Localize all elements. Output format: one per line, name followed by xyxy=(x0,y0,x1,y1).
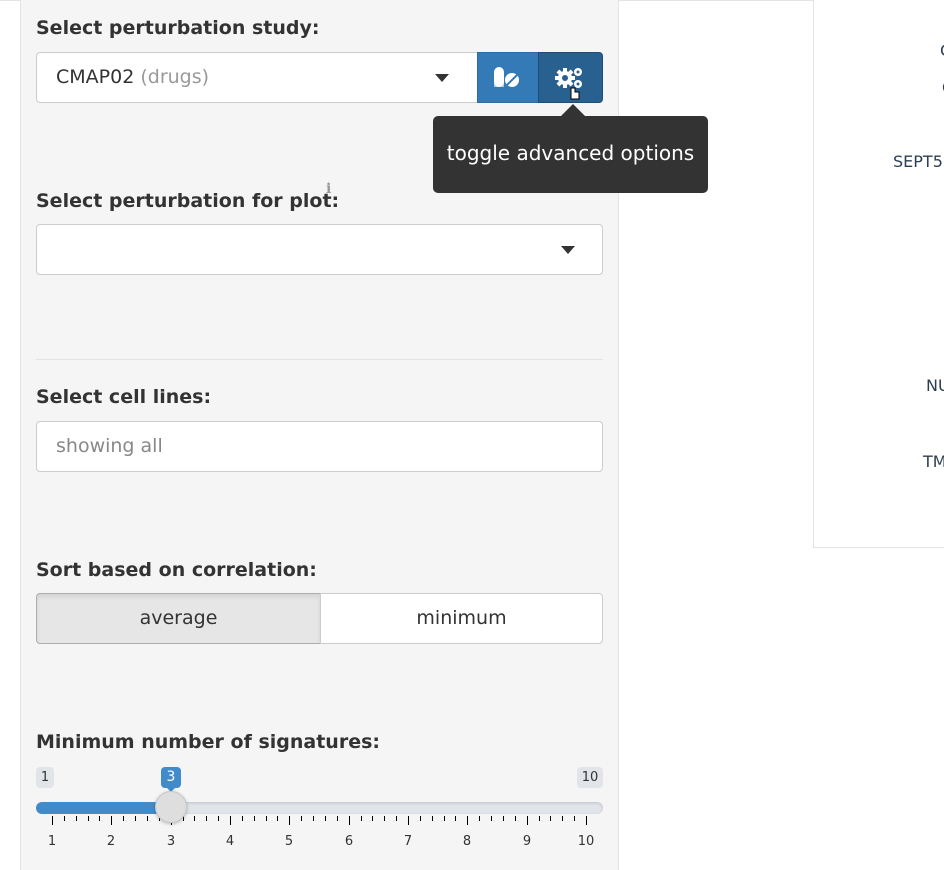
slider-tick xyxy=(562,816,563,821)
sort-option-average[interactable]: average xyxy=(36,593,321,644)
slider-tick xyxy=(384,816,385,821)
sort-option-minimum[interactable]: minimum xyxy=(320,593,603,644)
cell-lines-label: Select cell lines: xyxy=(36,386,212,408)
slider-tick-label: 6 xyxy=(344,834,354,849)
slider-tick xyxy=(586,816,587,825)
slider-tick-label: 8 xyxy=(462,834,472,849)
study-label: Select perturbation study: xyxy=(36,17,320,39)
slider-max-label: 10 xyxy=(577,767,603,788)
drugs-button[interactable] xyxy=(477,52,539,103)
slider-tick-label: 5 xyxy=(284,834,294,849)
slider-tick-label: 9 xyxy=(522,834,532,849)
slider-tick-label: 2 xyxy=(106,834,116,849)
chevron-down-icon xyxy=(435,74,449,82)
advanced-options-button[interactable] xyxy=(538,52,603,103)
slider-tick xyxy=(289,816,290,825)
right-panel-label: NU xyxy=(926,376,944,395)
slider-tick xyxy=(432,816,433,821)
slider-tick xyxy=(194,816,195,821)
signatures-label: Minimum number of signatures: xyxy=(36,731,380,753)
tooltip-arrow xyxy=(561,104,585,116)
slider-tick xyxy=(266,816,267,821)
slider-tick xyxy=(574,816,575,821)
slider-tick xyxy=(539,816,540,821)
divider xyxy=(36,359,603,360)
cell-lines-input[interactable]: showing all xyxy=(36,421,603,472)
study-selected-name: CMAP02 xyxy=(56,66,135,88)
study-select[interactable]: CMAP02 (drugs) xyxy=(36,52,478,103)
slider-fill xyxy=(36,802,171,814)
slider-tick-label: 3 xyxy=(166,834,176,849)
info-icon[interactable]: i xyxy=(326,181,331,197)
perturbation-select[interactable] xyxy=(36,224,603,275)
slider-tick xyxy=(455,816,456,821)
slider-tick-label: 10 xyxy=(577,834,595,849)
right-panel: C C SEPT5 NU TM xyxy=(813,0,944,548)
tooltip: toggle advanced options xyxy=(433,116,708,193)
slider-tick xyxy=(313,816,314,821)
slider-tick xyxy=(349,816,350,825)
chevron-down-icon xyxy=(561,246,575,254)
slider-tick xyxy=(301,816,302,821)
slider-tick xyxy=(408,816,409,825)
study-select-value: CMAP02 (drugs) xyxy=(56,66,209,88)
slider-tick xyxy=(52,816,53,825)
slider-tick xyxy=(135,816,136,821)
slider-tick xyxy=(325,816,326,821)
slider-tick-label: 7 xyxy=(403,834,413,849)
slider-tick xyxy=(337,816,338,821)
study-selected-suffix: (drugs) xyxy=(140,66,210,88)
slider-tick xyxy=(444,816,445,821)
slider-tick xyxy=(111,816,112,825)
slider-tick xyxy=(491,816,492,821)
slider-tick xyxy=(99,816,100,821)
slider-tick xyxy=(550,816,551,821)
slider-tick xyxy=(242,816,243,821)
slider-value-label: 3 xyxy=(161,767,181,792)
sort-label: Sort based on correlation: xyxy=(36,559,317,581)
slider-min-label: 1 xyxy=(36,767,54,788)
perturbation-label: Select perturbation for plot: xyxy=(36,190,340,212)
cogs-icon xyxy=(555,68,582,100)
slider-tick xyxy=(147,816,148,821)
slider-tick xyxy=(372,816,373,821)
cell-lines-placeholder: showing all xyxy=(56,435,163,457)
slider-tick xyxy=(515,816,516,821)
slider-tick xyxy=(230,816,231,825)
slider-tick xyxy=(527,816,528,825)
slider-tick xyxy=(503,816,504,821)
slider-tick-label: 1 xyxy=(47,834,57,849)
pills-icon xyxy=(494,67,519,87)
slider-tick xyxy=(76,816,77,821)
slider-tick xyxy=(254,816,255,821)
slider-tick xyxy=(88,816,89,821)
slider-tick xyxy=(420,816,421,821)
slider-tick xyxy=(206,816,207,821)
slider-tick xyxy=(479,816,480,821)
slider-tick xyxy=(64,816,65,821)
slider-handle[interactable] xyxy=(155,791,187,823)
right-panel-label: TM xyxy=(923,452,944,471)
slider-tick xyxy=(218,816,219,821)
slider-tick xyxy=(361,816,362,821)
slider-tick xyxy=(277,816,278,821)
right-panel-label: C xyxy=(940,41,944,60)
slider-tick xyxy=(123,816,124,821)
right-panel-label: SEPT5 xyxy=(893,152,943,171)
slider-tick xyxy=(396,816,397,821)
slider-tick-label: 4 xyxy=(225,834,235,849)
slider-tick xyxy=(467,816,468,825)
